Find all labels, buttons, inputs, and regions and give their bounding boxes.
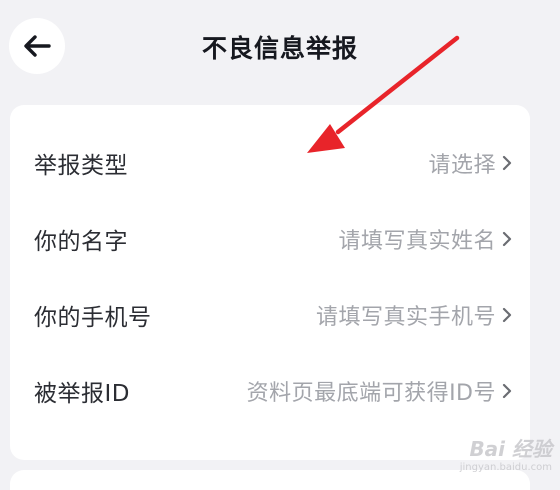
row-label-your-name: 你的名字: [34, 229, 128, 255]
watermark-sub: jingyan.baidu.com: [459, 462, 552, 473]
next-card-edge: [10, 470, 530, 490]
row-value-report-type: 请选择: [428, 153, 496, 178]
header-bar: 不良信息举报: [0, 0, 560, 95]
watermark-main: Bai 经验: [469, 437, 552, 461]
row-value-your-name: 请填写真实姓名: [338, 229, 496, 254]
row-report-type[interactable]: 举报类型 请选择: [10, 125, 530, 201]
row-your-phone[interactable]: 你的手机号 请填写真实手机号: [10, 277, 530, 353]
chevron-right-icon: [502, 383, 512, 399]
row-label-your-phone: 你的手机号: [34, 305, 152, 331]
page-title: 不良信息举报: [201, 34, 358, 63]
chevron-right-icon: [502, 231, 512, 247]
row-your-name[interactable]: 你的名字 请填写真实姓名: [10, 201, 530, 277]
report-form-card: 举报类型 请选择 你的名字 请填写真实姓名 你的手机号 请填写真实手机号 被举报…: [10, 105, 530, 460]
chevron-right-icon: [502, 307, 512, 323]
row-value-your-phone: 请填写真实手机号: [315, 305, 496, 330]
chevron-right-icon: [502, 155, 512, 171]
row-label-reported-id: 被举报ID: [34, 381, 130, 407]
row-reported-id[interactable]: 被举报ID 资料页最底端可获得ID号: [10, 353, 530, 429]
row-value-reported-id: 资料页最底端可获得ID号: [246, 381, 496, 406]
row-label-report-type: 举报类型: [34, 153, 128, 179]
baidu-watermark: Bai 经验 jingyan.baidu.com: [460, 433, 552, 473]
